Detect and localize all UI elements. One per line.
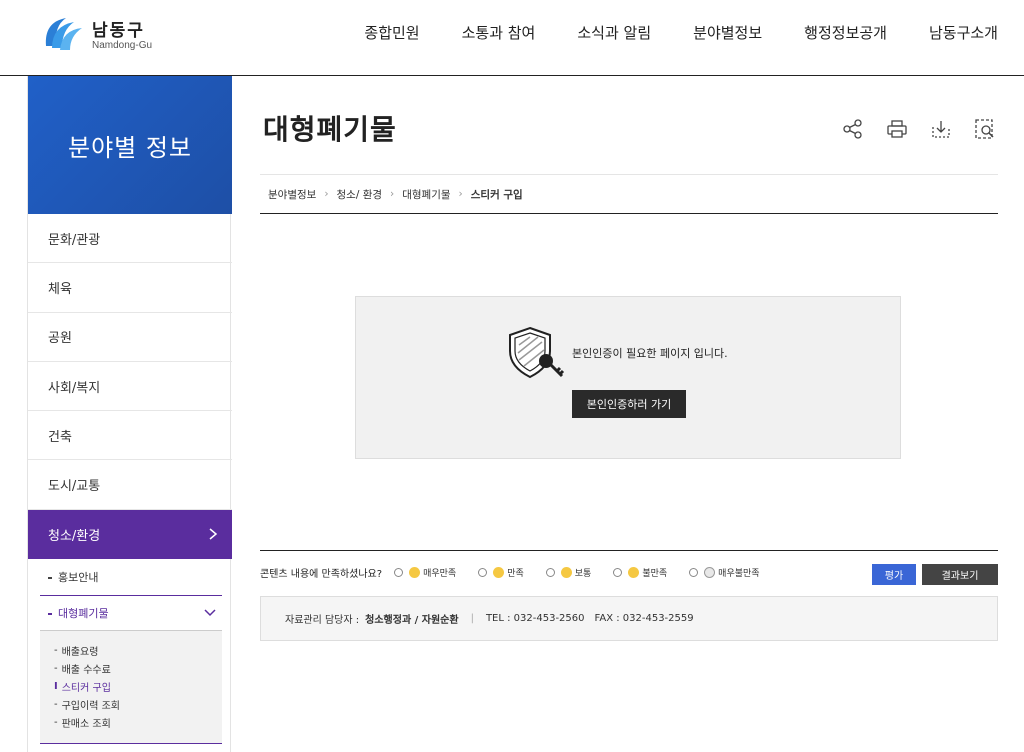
sidebar-item-culture[interactable]: 문화/관광 [28,214,232,264]
manager-fax: FAX : 032-453-2559 [594,613,694,624]
survey-option-unsatisfied[interactable]: 불만족 [613,566,667,579]
logo[interactable]: 남동구 Namdong-Gu [40,12,180,56]
third-label: 판매소 조회 [61,718,111,730]
radio-icon[interactable] [613,567,623,577]
divider: | [470,613,474,624]
survey-option-neutral[interactable]: 보통 [545,566,592,579]
nav-civil[interactable]: 종합민원 [364,22,419,43]
option-label: 매우만족 [423,568,457,579]
page-title: 대형폐기물 [263,113,397,146]
third-item-sticker[interactable]: I 스티커 구입 [54,677,212,695]
chevron-down-icon [204,609,216,617]
option-label: 불만족 [642,568,668,579]
option-label: 만족 [507,568,524,579]
third-item-history[interactable]: - 구입이력 조회 [54,695,212,713]
radio-icon[interactable] [478,567,488,577]
neutral-face-icon [560,566,572,578]
radio-icon[interactable] [545,567,555,577]
content-manager-info: 자료관리 담당자 : 청소행정과 / 자원순환 | TEL : 032-453-… [260,596,998,641]
logo-title: 남동구 [92,21,145,41]
happy-face-icon [493,566,505,578]
logo-mark-icon [45,18,82,50]
survey-option-satisfied[interactable]: 만족 [478,566,524,579]
nav-open-gov[interactable]: 행정정보공개 [804,22,887,43]
download-icon[interactable] [930,118,954,142]
manager-label: 자료관리 담당자 : [285,615,360,626]
submenu-item-promotion[interactable]: 홍보안내 [40,559,222,595]
survey-question: 콘텐츠 내용에 만족하셨나요? [260,568,383,580]
breadcrumb-item[interactable]: 분야별정보 [268,187,316,202]
main-nav: 종합민원 소통과 참여 소식과 알림 분야별정보 행정정보공개 남동구소개 [322,22,998,43]
shield-key-icon [509,326,565,379]
very-happy-face-icon [409,566,421,578]
view-results-button[interactable]: 결과보기 [922,564,998,585]
third-label: 구입이력 조회 [61,700,120,712]
sidebar-menu: 문화/관광 체육 공원 사회/복지 건축 도시/교통 청소/환경 홍보안내 대형… [28,214,232,745]
submenu-label: 대형폐기물 [58,607,109,621]
radio-icon[interactable] [394,567,404,577]
survey-option-very-satisfied[interactable]: 매우만족 [394,566,456,579]
satisfaction-survey: 콘텐츠 내용에 만족하셨나요? 매우만족 만족 보통 불만족 매우불만족 평가 … [260,550,998,593]
sidebar-item-building[interactable]: 건축 [28,411,232,461]
sidebar-title: 분야별 정보 [28,76,232,214]
manager-tel: TEL : 032-453-2560 [485,613,585,624]
sidebar-active-label: 청소/환경 [48,528,101,544]
page-tools [842,118,1018,142]
radio-icon[interactable] [689,567,699,577]
breadcrumb-item[interactable]: 대형폐기물 [402,187,450,202]
evaluate-button[interactable]: 평가 [872,564,916,585]
option-label: 매우불만족 [718,568,760,579]
breadcrumb-current: 스티커 구입 [470,188,523,201]
sidebar-item-traffic[interactable]: 도시/교통 [28,460,232,510]
sad-face-icon [704,566,716,578]
auth-message: 본인인증이 필요한 페이지 입니다. [572,347,728,360]
third-label: 배출 수수료 [61,664,111,676]
bullet-icon [48,577,52,580]
third-label: 배출요령 [61,646,99,658]
third-item-shop[interactable]: - 판매소 조회 [54,713,212,731]
sidebar: 분야별 정보 문화/관광 체육 공원 사회/복지 건축 도시/교통 청소/환경 … [27,76,232,752]
third-item-guide[interactable]: - 배출요령 [54,641,212,659]
third-item-fee[interactable]: - 배출 수수료 [54,659,212,677]
manager-dept: 청소행정과 / 자원순환 [365,615,459,626]
sidebar-item-welfare[interactable]: 사회/복지 [28,362,232,412]
bullet-icon [48,613,52,616]
breadcrumb-item[interactable]: 청소/ 환경 [337,187,383,202]
third-menu: - 배출요령 - 배출 수수료 I 스티커 구입 - 구입이력 조회 - 판매소 조회 [40,631,222,745]
option-label: 보통 [574,568,592,579]
zoom-icon[interactable] [974,118,998,142]
unhappy-face-icon [628,566,640,578]
print-icon[interactable] [886,118,910,142]
sidebar-item-park[interactable]: 공원 [28,313,232,362]
survey-option-very-unsatisfied[interactable]: 매우불만족 [689,566,760,579]
chevron-right-icon: › [390,188,395,200]
chevron-right-icon: › [324,188,329,200]
site-header: 남동구 Namdong-Gu 종합민원 소통과 참여 소식과 알림 분야별정보 … [0,0,1024,76]
logo-subtitle: Namdong-Gu [92,40,153,51]
sidebar-item-environment[interactable]: 청소/환경 [28,509,232,560]
verify-identity-button[interactable]: 본인인증하러 가기 [572,390,686,418]
nav-participation[interactable]: 소통과 참여 [462,22,536,43]
submenu-item-bulky-waste[interactable]: 대형폐기물 [40,595,222,632]
sidebar-submenu: 홍보안내 대형폐기물 - 배출요령 - 배출 수수료 I 스티커 구입 - 구입이력 조… [28,559,232,745]
nav-about[interactable]: 남동구소개 [929,22,998,43]
chevron-right-icon: › [458,188,463,200]
nav-news[interactable]: 소식과 알림 [577,22,651,43]
auth-required-box: 본인인증이 필요한 페이지 입니다. 본인인증하러 가기 [355,296,901,459]
third-label: 스티커 구입 [61,682,111,694]
sidebar-item-sports[interactable]: 체육 [28,263,232,313]
breadcrumb: 분야별정보 › 청소/ 환경 › 대형폐기물 › 스티커 구입 [260,174,998,214]
submenu-label: 홍보안내 [58,571,99,585]
nav-field-info[interactable]: 분야별정보 [693,22,762,43]
share-icon[interactable] [842,118,866,142]
chevron-right-icon [209,528,218,540]
